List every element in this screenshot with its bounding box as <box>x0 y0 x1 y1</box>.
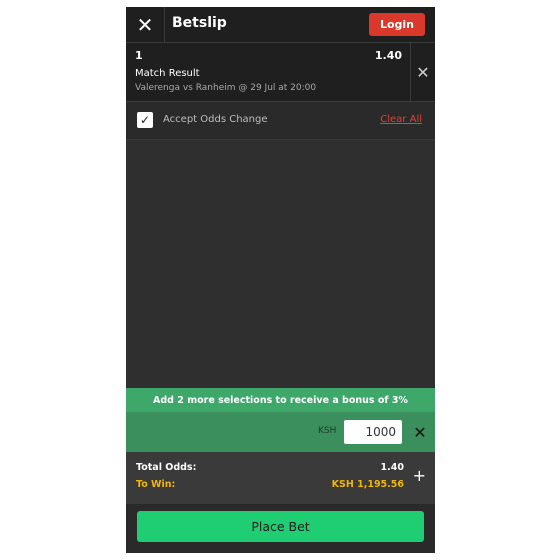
accept-odds-checkbox[interactable]: ✓ <box>137 112 153 128</box>
remove-selection-icon[interactable]: ✕ <box>411 43 435 101</box>
betslip-header: ✕ Betslip Login <box>126 7 435 43</box>
accept-odds-row: ✓ Accept Odds Change Clear All <box>126 102 435 140</box>
selection-card: 1 1.40 Match Result Valerenga vs Ranheim… <box>126 43 435 102</box>
clear-all-link[interactable]: Clear All <box>380 114 422 125</box>
login-button[interactable]: Login <box>369 13 425 36</box>
stake-input[interactable] <box>344 420 402 444</box>
betslip-panel: ✕ Betslip Login 1 1.40 Match Result Vale… <box>126 7 435 553</box>
selection-index: 1 <box>135 49 143 62</box>
plus-icon[interactable]: + <box>413 466 426 485</box>
page-title: Betslip <box>172 15 227 31</box>
stake-row: KSH ✕ <box>126 412 435 452</box>
accept-odds-label: Accept Odds Change <box>163 114 268 125</box>
clear-stake-icon[interactable]: ✕ <box>410 420 430 444</box>
to-win-value: KSH 1,195.56 <box>331 479 404 490</box>
bonus-banner: Add 2 more selections to receive a bonus… <box>126 388 435 412</box>
to-win-label: To Win: <box>136 479 176 490</box>
total-odds-label: Total Odds: <box>136 462 197 473</box>
totals-section: Total Odds: 1.40 To Win: KSH 1,195.56 + <box>126 452 435 504</box>
stake-currency: KSH <box>318 426 337 436</box>
place-bet-button[interactable]: Place Bet <box>137 511 424 542</box>
close-icon[interactable]: ✕ <box>126 7 165 42</box>
selection-event: Valerenga vs Ranheim @ 29 Jul at 20:00 <box>135 83 317 93</box>
selection-odds: 1.40 <box>374 49 402 62</box>
selection-details: 1 1.40 Match Result Valerenga vs Ranheim… <box>126 43 411 101</box>
betslip-footer: Place Bet <box>126 504 435 553</box>
selection-market: Match Result <box>135 68 200 79</box>
total-odds-value: 1.40 <box>380 462 404 473</box>
